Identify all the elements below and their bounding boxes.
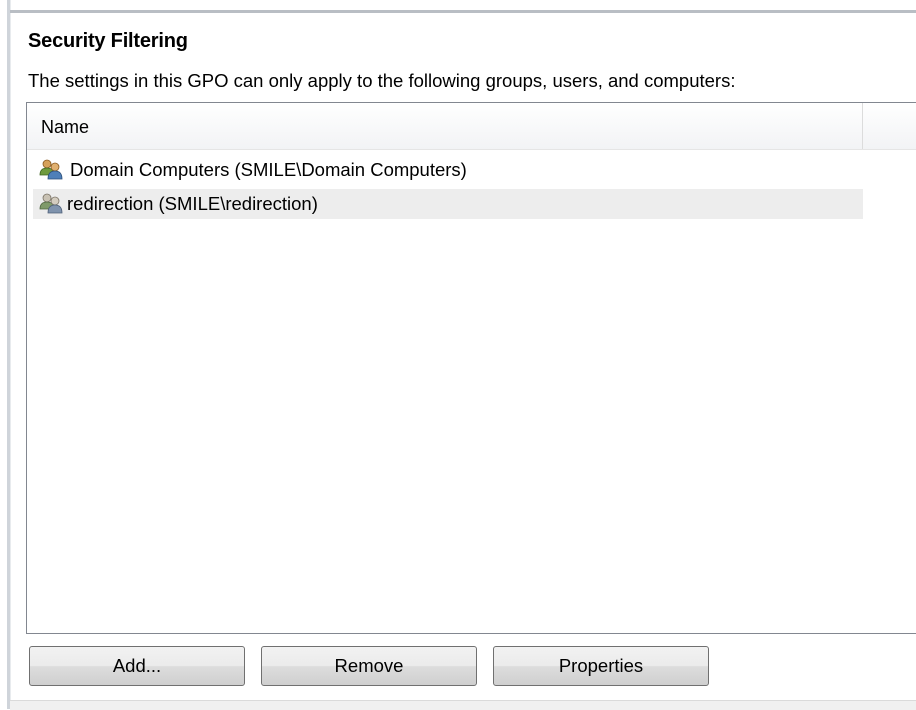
left-divider	[7, 0, 11, 709]
top-divider	[10, 10, 916, 13]
security-filtering-panel: Security Filtering The settings in this …	[0, 0, 916, 710]
column-header-empty	[863, 103, 916, 149]
security-filter-list[interactable]: Name Domain Computers (SMILE\Domain Comp…	[26, 102, 916, 634]
column-header-name[interactable]: Name	[27, 103, 863, 149]
remove-button[interactable]: Remove	[261, 646, 477, 686]
list-item-label: Domain Computers (SMILE\Domain Computers…	[70, 159, 467, 180]
group-icon	[39, 193, 63, 215]
add-button[interactable]: Add...	[29, 646, 245, 686]
section-description: The settings in this GPO can only apply …	[28, 70, 736, 91]
list-item-label: redirection (SMILE\redirection)	[67, 193, 318, 214]
list-header: Name	[27, 103, 916, 150]
column-header-name-label: Name	[41, 117, 90, 137]
properties-button[interactable]: Properties	[493, 646, 709, 686]
list-item[interactable]: Domain Computers (SMILE\Domain Computers…	[33, 155, 863, 185]
list-item-selected[interactable]: redirection (SMILE\redirection)	[33, 189, 863, 219]
group-icon	[39, 159, 63, 181]
section-title: Security Filtering	[28, 30, 188, 52]
